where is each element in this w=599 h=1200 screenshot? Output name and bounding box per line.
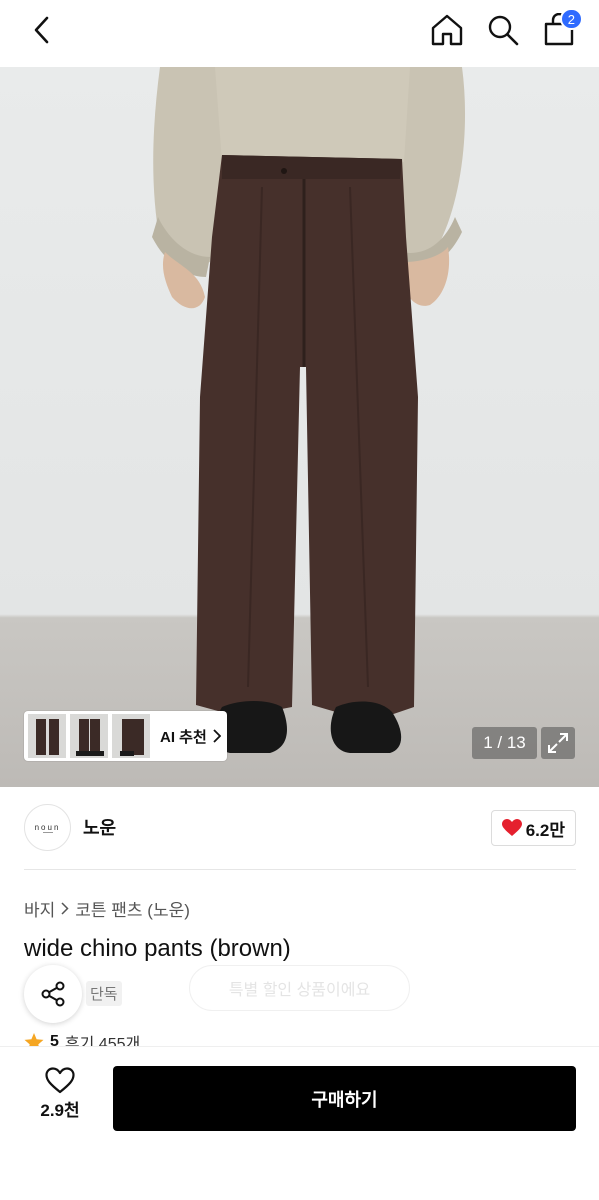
chevron-right-icon [61,902,69,915]
cart-button[interactable]: 2 [541,8,583,48]
wishlist-button[interactable]: 2.9천 [24,1067,96,1121]
breadcrumb-subcategory[interactable]: 코튼 팬츠 (노운) [75,896,190,921]
home-button[interactable] [429,12,465,48]
brand-logo[interactable]: noun [24,803,71,851]
promo-pill: 특별 할인 상품이에요 [189,965,410,1011]
product-photo-illustration [152,67,466,753]
wishlist-count: 2.9천 [40,1101,80,1120]
chevron-left-icon [34,16,49,44]
buy-button[interactable]: 구매하기 [113,1066,576,1131]
product-image[interactable] [0,67,599,787]
share-button[interactable] [24,965,82,1023]
bottom-action-bar: 2.9천 구매하기 [0,1046,599,1200]
divider [24,869,576,870]
thumbnail-3[interactable] [112,714,150,758]
image-thumbnail-strip[interactable]: AI 추천 [24,711,227,761]
expand-icon [548,733,568,753]
brand-like-count: 6.2만 [525,820,565,840]
search-button[interactable] [485,12,521,48]
back-button[interactable] [24,12,60,48]
home-icon [431,14,463,46]
cart-count-badge: 2 [559,8,583,30]
breadcrumb: 바지 코튼 팬츠 (노운) [24,896,190,921]
fullscreen-button[interactable] [541,727,575,759]
thumbnail-2[interactable] [70,714,108,758]
search-icon [488,15,519,46]
share-icon [41,981,65,1007]
chevron-right-icon [213,729,221,743]
exclusive-tag: 단독 [86,981,122,1006]
top-nav-bar: 2 [0,0,599,67]
brand-row[interactable]: noun 노운 6.2만 [24,803,576,851]
breadcrumb-category[interactable]: 바지 [24,896,55,921]
thumbnail-1[interactable] [28,714,66,758]
promo-pill-text: 특별 할인 상품이에요 [228,982,371,999]
heart-outline-icon [45,1067,75,1094]
brand-like-button[interactable]: 6.2만 [490,810,576,846]
ai-recommend-label: AI 추천 [160,728,207,746]
product-title: wide chino pants (brown) [24,935,291,962]
ai-recommend-link[interactable]: AI 추천 [160,726,221,747]
brand-name[interactable]: 노운 [83,814,116,840]
image-counter: 1 / 13 [472,727,537,759]
heart-filled-icon [501,819,522,836]
